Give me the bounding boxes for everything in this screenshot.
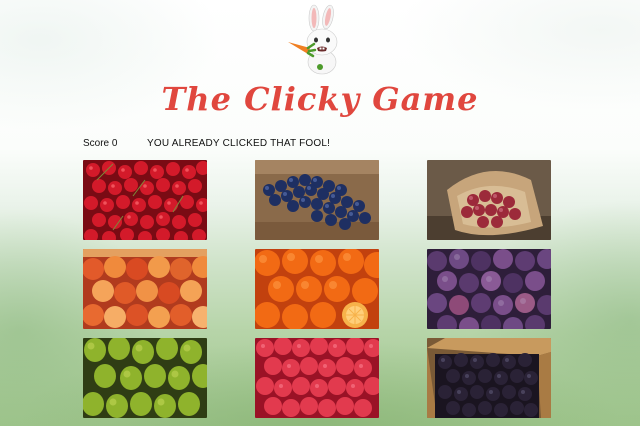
blueberries-icon xyxy=(255,160,379,240)
peaches-icon xyxy=(83,249,207,329)
card-red-grapes[interactable] xyxy=(427,160,551,240)
card-blackberries[interactable] xyxy=(427,338,551,418)
red-grapes-icon xyxy=(427,160,551,240)
score-label: Score 0 xyxy=(83,138,118,149)
oranges-icon xyxy=(255,249,379,329)
card-raspberries[interactable] xyxy=(255,338,379,418)
card-pears[interactable] xyxy=(83,338,207,418)
raspberries-icon xyxy=(255,338,379,418)
rabbit-with-carrot-icon xyxy=(288,4,338,75)
blackberries-icon xyxy=(427,338,551,418)
page-title: The Clicky Game xyxy=(161,80,479,118)
cherries-icon xyxy=(83,160,207,240)
card-oranges[interactable] xyxy=(255,249,379,329)
card-cherries[interactable] xyxy=(83,160,207,240)
card-plums[interactable] xyxy=(427,249,551,329)
plums-icon xyxy=(427,249,551,329)
pears-icon xyxy=(83,338,207,418)
status-message: YOU ALREADY CLICKED THAT FOOL! xyxy=(147,138,331,149)
card-peaches[interactable] xyxy=(83,249,207,329)
card-blueberries[interactable] xyxy=(255,160,379,240)
